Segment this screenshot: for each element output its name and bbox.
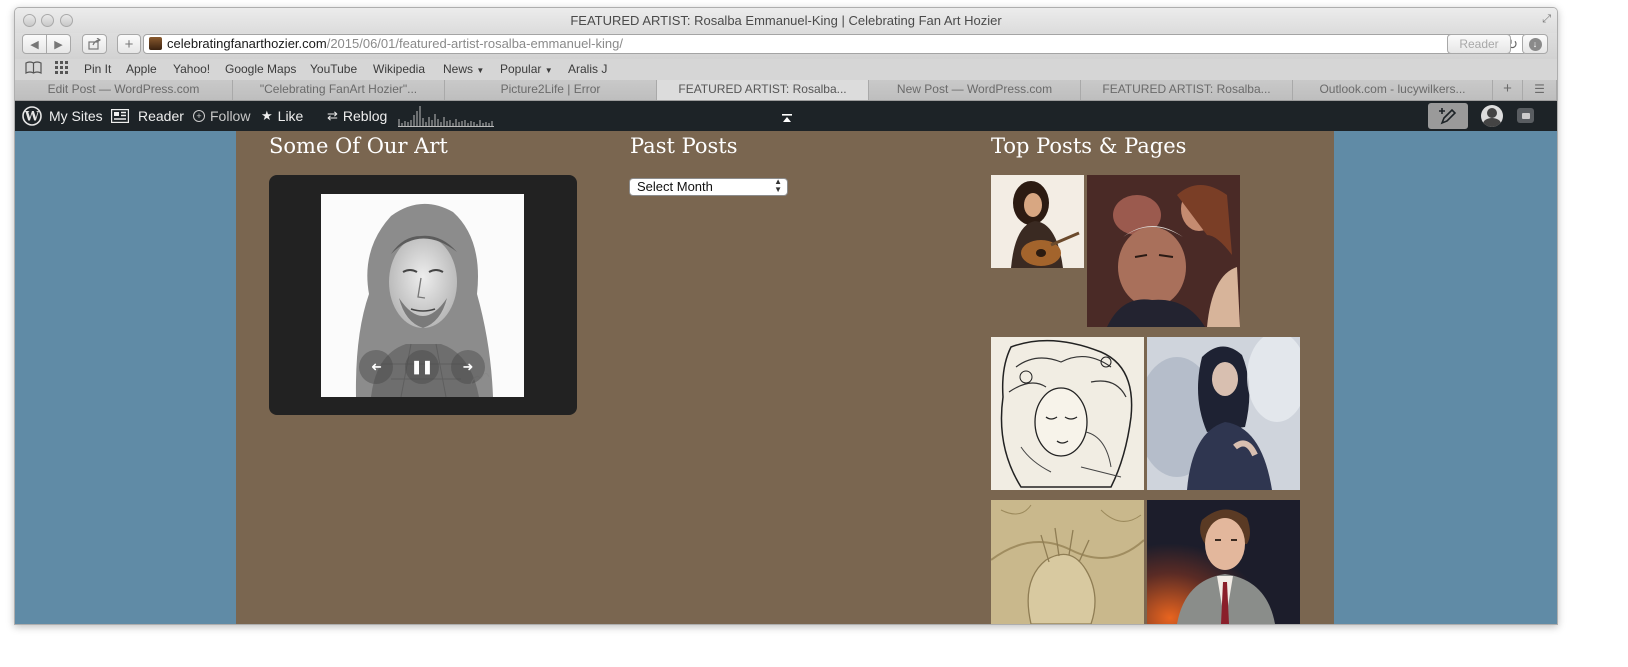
page-viewport: Some Of Our Art ➜ ❚❚ ➜ Past Posts Select… — [15, 131, 1557, 624]
pause-icon: ❚❚ — [411, 359, 433, 374]
reblog-icon: ⇄ — [327, 108, 338, 123]
reblog-label: Reblog — [342, 108, 388, 124]
site-favicon — [149, 37, 162, 50]
downloads-button[interactable]: ↓ — [1522, 34, 1548, 54]
bookmark-popular-folder[interactable]: Popular ▼ — [500, 62, 553, 76]
top-post-thumbnail[interactable] — [991, 337, 1144, 490]
tab-edit-post[interactable]: Edit Post — WordPress.com — [15, 80, 233, 100]
tab-new-post[interactable]: New Post — WordPress.com — [869, 80, 1081, 100]
arrow-right-icon: ➜ — [462, 359, 474, 374]
like-label: Like — [277, 108, 304, 124]
forward-button[interactable]: ▶ — [46, 34, 71, 54]
bookmark-news-folder[interactable]: News ▼ — [443, 62, 484, 76]
url-domain: celebratingfanarthozier.com — [167, 36, 327, 51]
like-button[interactable]: ★ Like — [261, 108, 303, 124]
stats-sparkline[interactable] — [398, 105, 494, 127]
follow-plus-icon: + — [193, 110, 205, 122]
pause-slideshow-button[interactable]: ❚❚ — [405, 350, 439, 384]
top-post-thumbnail[interactable] — [991, 175, 1084, 268]
chevron-down-icon: ▼ — [476, 66, 485, 75]
reader-icon[interactable] — [111, 109, 129, 123]
bookmarks-bar: Pin It Apple Yahoo! Google Maps YouTube … — [15, 59, 1557, 80]
top-post-thumbnail[interactable] — [1147, 337, 1300, 490]
back-button[interactable]: ◀ — [22, 34, 47, 54]
my-sites-link[interactable]: My Sites — [49, 108, 103, 124]
download-icon: ↓ — [1528, 37, 1542, 51]
top-post-thumbnail[interactable] — [1087, 175, 1240, 327]
share-button[interactable] — [82, 34, 107, 54]
arrow-left-icon: ➜ — [370, 359, 382, 374]
tab-outlook[interactable]: Outlook.com - lucywilkers... — [1293, 80, 1493, 100]
previous-slide-button[interactable]: ➜ — [359, 350, 393, 384]
bookmark-google-maps[interactable]: Google Maps — [225, 62, 296, 76]
avatar[interactable] — [1481, 105, 1503, 127]
title-bar: FEATURED ARTIST: Rosalba Emmanuel-King |… — [15, 8, 1557, 33]
art-slideshow[interactable]: ➜ ❚❚ ➜ — [269, 175, 577, 415]
star-icon: ★ — [261, 108, 273, 123]
bookmark-youtube[interactable]: YouTube — [310, 62, 357, 76]
svg-text:W: W — [24, 110, 40, 125]
write-post-button[interactable] — [1428, 103, 1468, 129]
content-area: Some Of Our Art ➜ ❚❚ ➜ Past Posts Select… — [236, 131, 1334, 624]
next-slide-button[interactable]: ➜ — [451, 350, 485, 384]
tab-picture2life[interactable]: Picture2Life | Error — [445, 80, 657, 100]
wordpress-logo-icon[interactable]: W — [22, 106, 42, 126]
share-icon — [88, 38, 101, 50]
art-widget-heading: Some Of Our Art — [269, 134, 448, 158]
slideshow-image: ➜ ❚❚ ➜ — [321, 194, 524, 397]
top-sites-icon[interactable] — [55, 61, 69, 78]
browser-toolbar: ◀ ▶ + celebratingfanarthozier.com/2015/0… — [15, 33, 1557, 59]
past-posts-heading: Past Posts — [630, 134, 738, 158]
reading-list-icon[interactable] — [25, 61, 42, 78]
reblog-button[interactable]: ⇄ Reblog — [327, 108, 387, 124]
write-pencil-icon — [1439, 108, 1457, 125]
bookmark-aralis-j[interactable]: Aralis J — [568, 62, 607, 76]
chevron-down-icon: ▼ — [544, 66, 553, 75]
notifications-icon[interactable] — [1517, 108, 1534, 123]
collapse-toolbar-icon[interactable] — [782, 110, 792, 126]
new-tab-button[interactable]: + — [1493, 80, 1523, 100]
window-title: FEATURED ARTIST: Rosalba Emmanuel-King |… — [570, 13, 1002, 28]
archive-month-select[interactable]: Select Month ▲ ▼ — [629, 178, 788, 196]
follow-label: Follow — [210, 108, 251, 124]
wordpress-toolbar: W My Sites Reader + Follow ★ Like ⇄ Rebl… — [15, 101, 1557, 131]
url-path: /2015/06/01/featured-artist-rosalba-emma… — [326, 36, 623, 51]
tab-bar: Edit Post — WordPress.com "Celebrating F… — [15, 80, 1557, 101]
reader-button[interactable]: Reader — [1447, 34, 1511, 54]
add-bookmark-button[interactable]: + — [117, 34, 141, 54]
top-post-thumbnail[interactable] — [991, 500, 1144, 624]
bookmark-yahoo[interactable]: Yahoo! — [173, 62, 210, 76]
browser-window: FEATURED ARTIST: Rosalba Emmanuel-King |… — [14, 7, 1558, 625]
tab-celebrating-fanart[interactable]: "Celebrating FanArt Hozier"... — [233, 80, 445, 100]
fullscreen-icon[interactable]: ⤢ — [1542, 13, 1551, 26]
top-posts-heading: Top Posts & Pages — [991, 134, 1187, 158]
archive-select-value: Select Month — [637, 179, 713, 194]
follow-button[interactable]: + Follow — [193, 108, 250, 124]
bookmark-news-label: News — [443, 62, 474, 76]
reader-link[interactable]: Reader — [138, 108, 184, 124]
top-post-thumbnail[interactable] — [1147, 500, 1300, 624]
bookmark-apple[interactable]: Apple — [126, 62, 157, 76]
select-arrows-icon: ▲ ▼ — [774, 177, 782, 194]
bookmark-wikipedia[interactable]: Wikipedia — [373, 62, 425, 76]
bookmark-popular-label: Popular — [500, 62, 542, 76]
address-bar[interactable]: celebratingfanarthozier.com/2015/06/01/f… — [143, 34, 1527, 54]
tab-featured-artist-2[interactable]: FEATURED ARTIST: Rosalba... — [1081, 80, 1293, 100]
tab-featured-artist-active[interactable]: FEATURED ARTIST: Rosalba... — [657, 80, 869, 100]
bookmark-pin-it[interactable]: Pin It — [84, 62, 111, 76]
tab-overview-icon[interactable]: ☰ — [1523, 80, 1557, 100]
